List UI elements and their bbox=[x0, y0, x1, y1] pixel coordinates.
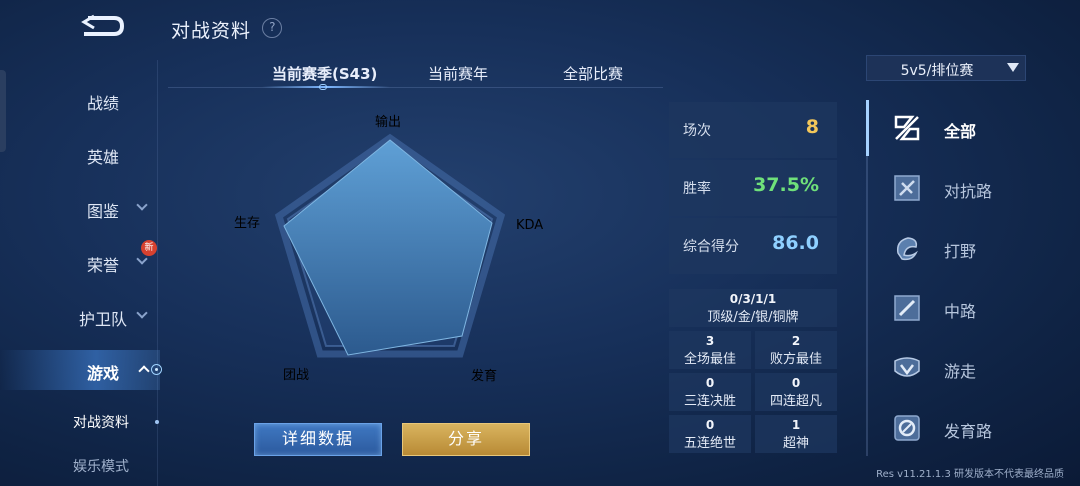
honor-cell: 2 败方最佳 bbox=[755, 331, 837, 369]
medal-record-numbers: 0/3/1/1 bbox=[729, 292, 777, 306]
back-arrow-icon bbox=[81, 14, 125, 36]
chevron-down-icon bbox=[136, 307, 148, 319]
sidebar-item-label: 荣誉 bbox=[87, 256, 120, 275]
version-text: Res v11.21.1.3 研发版本不代表最终品质 bbox=[876, 469, 1064, 480]
chevron-down-icon bbox=[136, 199, 148, 211]
sidebar-item-entertainment[interactable]: 娱乐模式 bbox=[0, 446, 160, 486]
role-roam[interactable]: 游走 bbox=[892, 350, 1062, 390]
sidebar-item-game[interactable]: 游戏 bbox=[0, 350, 162, 390]
medal-record-legend: 顶级/金/银/铜牌 bbox=[707, 310, 799, 325]
honor-label: 三连决胜 bbox=[683, 394, 736, 409]
role-all[interactable]: 全部 bbox=[892, 110, 1062, 150]
sidebar-item-label: 娱乐模式 bbox=[73, 459, 129, 475]
honor-value: 0 bbox=[705, 418, 715, 432]
honor-value: 3 bbox=[705, 334, 715, 348]
role-label: 全部 bbox=[944, 122, 977, 141]
tab-all-matches[interactable]: 全部比赛 bbox=[563, 63, 623, 84]
role-label: 发育路 bbox=[944, 422, 993, 441]
sidebar-item-label: 对战资料 bbox=[73, 415, 129, 431]
stat-label: 综合得分 bbox=[683, 239, 739, 255]
radar-label-survival: 生存 bbox=[234, 216, 260, 231]
radar-label-development: 发育 bbox=[471, 368, 497, 384]
stat-win-rate: 胜率 37.5% bbox=[669, 160, 837, 216]
radar-value-area bbox=[283, 139, 493, 356]
role-mid-lane[interactable]: 中路 bbox=[892, 290, 1062, 330]
role-clash-lane[interactable]: 对抗路 bbox=[892, 170, 1062, 210]
sidebar-item-label: 护卫队 bbox=[79, 310, 128, 329]
honor-label: 四连超凡 bbox=[769, 394, 822, 409]
sidebar-item-honor[interactable]: 荣誉 新 bbox=[0, 240, 160, 282]
selected-dot-icon bbox=[155, 420, 159, 424]
radar-label-kda: KDA bbox=[516, 218, 543, 233]
role-label: 游走 bbox=[944, 362, 977, 381]
sidebar-item-label: 战绩 bbox=[87, 94, 120, 113]
stat-value: 8 bbox=[805, 116, 819, 138]
sidebar-item-records[interactable]: 战绩 bbox=[0, 80, 160, 120]
sidebar-item-guard-team[interactable]: 护卫队 bbox=[0, 296, 160, 336]
chevron-up-icon bbox=[138, 365, 150, 377]
sidebar-item-label: 游戏 bbox=[87, 364, 120, 383]
honor-cell: 0 三连决胜 bbox=[669, 373, 751, 411]
honor-label: 败方最佳 bbox=[769, 352, 822, 367]
back-button[interactable] bbox=[80, 12, 128, 40]
filter-icon bbox=[1007, 63, 1019, 72]
mode-select[interactable]: 5v5/排位赛 bbox=[866, 55, 1026, 81]
share-button[interactable]: 分享 bbox=[402, 423, 530, 456]
tab-current-year[interactable]: 当前赛年 bbox=[428, 63, 488, 84]
medal-record: 0/3/1/1 顶级/金/银/铜牌 bbox=[669, 289, 837, 327]
role-active-indicator bbox=[866, 100, 869, 156]
honor-value: 0 bbox=[791, 376, 801, 390]
clash-lane-icon bbox=[894, 175, 920, 201]
role-farm-lane[interactable]: 发育路 bbox=[892, 410, 1062, 450]
sidebar-item-battle-data[interactable]: 对战资料 bbox=[0, 402, 160, 442]
jungle-icon bbox=[896, 237, 918, 261]
all-roles-icon bbox=[894, 115, 920, 141]
stat-value: 37.5% bbox=[753, 174, 819, 196]
honor-label: 五连绝世 bbox=[683, 436, 736, 451]
radar-chart: 输出 KDA 发育 团战 生存 bbox=[234, 114, 543, 384]
sidebar: 战绩 英雄 图鉴 荣誉 新 护卫队 游戏 对战资料 娱乐模式 bbox=[0, 72, 162, 486]
honor-cell: 3 全场最佳 bbox=[669, 331, 751, 369]
mid-lane-icon bbox=[894, 295, 920, 321]
sidebar-item-label: 图鉴 bbox=[87, 202, 120, 221]
role-label: 打野 bbox=[944, 242, 977, 261]
sidebar-item-heroes[interactable]: 英雄 bbox=[0, 134, 160, 174]
detail-data-button[interactable]: 详细数据 bbox=[254, 423, 382, 456]
honor-cell: 0 五连绝世 bbox=[669, 415, 751, 453]
honor-value: 1 bbox=[791, 418, 801, 432]
radar-label-teamfight: 团战 bbox=[283, 368, 309, 383]
honor-label: 超神 bbox=[782, 436, 809, 451]
new-badge: 新 bbox=[141, 240, 157, 256]
tab-divider bbox=[168, 87, 663, 88]
role-label: 中路 bbox=[944, 302, 977, 321]
help-icon[interactable]: ? bbox=[257, 13, 287, 43]
radar-label-output: 输出 bbox=[375, 114, 401, 130]
stat-matches: 场次 8 bbox=[669, 102, 837, 158]
stat-value: 86.0 bbox=[772, 232, 819, 254]
mode-select-value: 5v5/排位赛 bbox=[900, 63, 974, 79]
sidebar-item-codex[interactable]: 图鉴 bbox=[0, 188, 160, 228]
tab-marker-icon bbox=[319, 84, 327, 90]
roam-icon bbox=[894, 357, 920, 377]
stat-score: 综合得分 86.0 bbox=[669, 218, 837, 274]
page-title: 对战资料 bbox=[171, 20, 252, 42]
honor-cell: 0 四连超凡 bbox=[755, 373, 837, 411]
tab-current-season[interactable]: 当前赛季(S43) bbox=[272, 63, 377, 84]
farm-lane-icon bbox=[894, 415, 920, 441]
active-indicator-icon bbox=[151, 364, 162, 375]
stat-label: 场次 bbox=[683, 123, 711, 139]
sidebar-item-label: 英雄 bbox=[87, 148, 120, 167]
honor-value: 2 bbox=[791, 334, 801, 348]
stat-label: 胜率 bbox=[683, 181, 711, 197]
honor-cell: 1 超神 bbox=[755, 415, 837, 453]
role-label: 对抗路 bbox=[944, 182, 993, 201]
role-jungle[interactable]: 打野 bbox=[892, 230, 1062, 270]
honor-label: 全场最佳 bbox=[683, 352, 736, 367]
honor-value: 0 bbox=[705, 376, 715, 390]
